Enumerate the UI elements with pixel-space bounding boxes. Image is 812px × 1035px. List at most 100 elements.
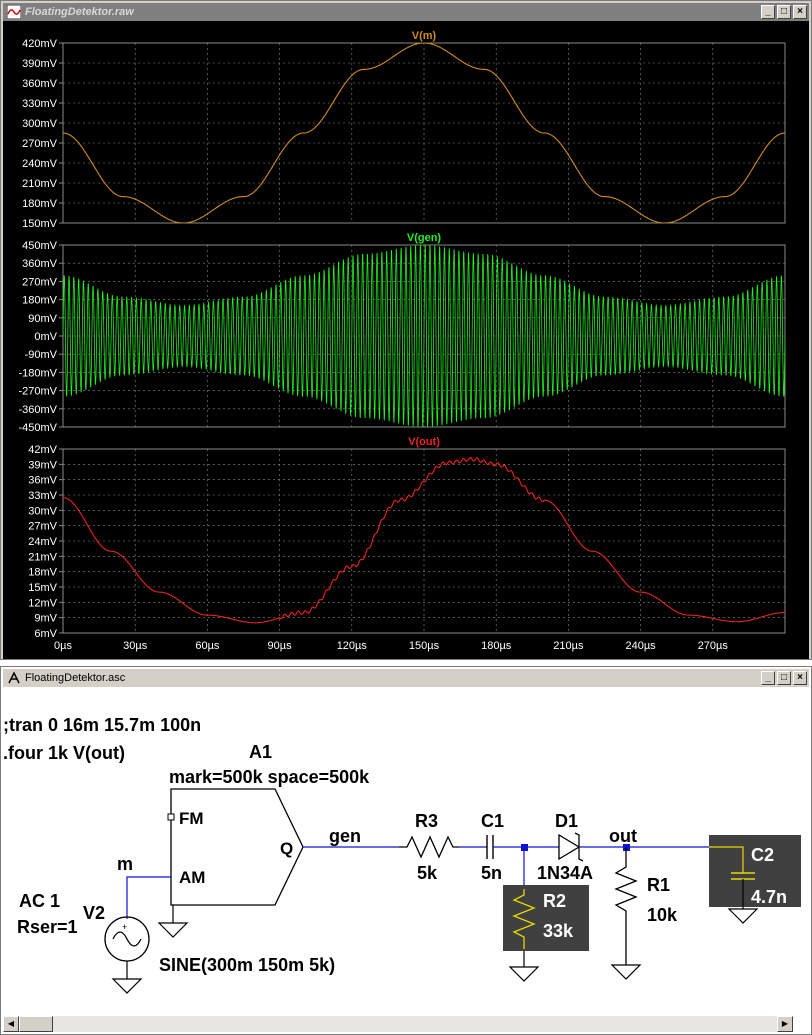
ytick-vout: 36mV [28,475,57,487]
a1-ground [157,905,189,938]
ytick-vgen: -180mV [18,367,57,379]
v2-rser[interactable]: Rser=1 [17,917,78,937]
ytick-vout: 6mV [34,628,57,640]
pane-vgen[interactable]: 450mV 360mV 270mV 180mV 90mV 0mV -90mV -180mV -2… [18,232,786,434]
a1-pin-am: AM [179,868,205,887]
scroll-right-button[interactable]: ▶ [777,1016,793,1032]
fm-pin[interactable] [167,813,175,821]
c2-name[interactable]: C2 [751,845,774,865]
r3-name[interactable]: R3 [415,811,438,831]
net-label-gen[interactable]: gen [329,826,361,846]
minimize-button[interactable]: _ [761,5,775,19]
directive-four[interactable]: .four 1k V(out) [3,743,125,763]
r1-name[interactable]: R1 [647,875,670,895]
pane-title[interactable]: V(m) [412,30,437,42]
waveform-plots[interactable]: 420mV 390mV 360mV 330mV 300mV 270mV 240mV 210mV… [3,21,809,659]
a1-params[interactable]: mark=500k space=500k [169,767,370,787]
xtick-label: 210µs [553,640,584,652]
ytick-vm: 270mV [22,138,58,150]
sine-icon [112,931,142,947]
c2-value[interactable]: 4.7n [751,887,787,907]
maximize-button[interactable]: □ [777,5,791,19]
close-button[interactable]: × [793,5,807,19]
scroll-thumb[interactable] [19,1016,53,1032]
ytick-vm: 360mV [22,78,58,90]
v2-name[interactable]: V2 [83,903,105,923]
ytick-vm: 210mV [22,178,58,190]
xtick-label: 240µs [625,640,656,652]
plot-area[interactable]: 420mV 390mV 360mV 330mV 300mV 270mV 240mV 210mV… [3,21,809,659]
d1-value[interactable]: 1N34A [537,863,593,883]
r2-name[interactable]: R2 [543,891,566,911]
r2-value[interactable]: 33k [543,921,574,941]
d1-name[interactable]: D1 [555,811,578,831]
ytick-vm: 390mV [22,58,58,70]
minimize-button[interactable]: _ [761,671,775,685]
ytick-vgen: 360mV [22,258,58,270]
v2-value[interactable]: SINE(300m 150m 5k) [159,955,335,975]
r3-value[interactable]: 5k [417,863,438,883]
v2-ground [111,978,143,994]
ytick-vm: 240mV [22,158,58,170]
ytick-vgen: 450mV [22,240,58,252]
a1-pin-q: Q [280,839,293,858]
ytick-vgen: 90mV [28,313,57,325]
ytick-vout: 27mV [28,521,57,533]
waveform-titlebar[interactable]: FloatingDetektor.raw _ □ × [3,3,809,21]
d1-symbol[interactable] [558,833,581,861]
xtick-label: 180µs [481,640,512,652]
schematic-canvas[interactable]: ;tran 0 16m 15.7m 100n .four 1k V(out) A… [3,687,811,1017]
r1-ground [610,964,642,980]
schematic-window-title: FloatingDetektor.asc [25,672,126,684]
net-label-out[interactable]: out [609,826,637,846]
xtick-label: 30µs [123,640,148,652]
pane-title[interactable]: V(out) [408,436,440,448]
maximize-button[interactable]: □ [777,671,791,685]
ytick-vgen: -90mV [25,349,58,361]
scroll-left-button[interactable]: ◀ [3,1016,19,1032]
ytick-vm: 180mV [22,198,58,210]
schematic-titlebar[interactable]: FloatingDetektor.asc _ □ × [3,669,809,687]
pane-vout[interactable]: 42mV 39mV 36mV 33mV 30mV 27mV 24mV 21mV 18mV 15mV… [28,436,786,652]
ytick-vout: 15mV [28,582,57,594]
waveform-window: FloatingDetektor.raw _ □ × 420mV 390mV 360… [0,0,812,660]
a1-name[interactable]: A1 [249,742,272,762]
r1-value[interactable]: 10k [647,905,678,925]
ytick-vout: 33mV [28,490,57,502]
ytick-vgen: -450mV [18,422,57,434]
series-line[interactable] [63,245,785,427]
c1-name[interactable]: C1 [481,811,504,831]
xtick-label: 120µs [337,640,368,652]
waveform-window-title: FloatingDetektor.raw [25,6,134,18]
c1-value[interactable]: 5n [481,863,502,883]
ytick-vgen: 270mV [22,276,58,288]
xtick-label: 270µs [698,640,729,652]
ytick-vout: 9mV [34,613,57,625]
ytick-vout: 12mV [28,597,57,609]
close-button[interactable]: × [793,671,807,685]
xtick-label: 60µs [195,640,220,652]
xtick-label: 0µs [54,640,72,652]
ytick-vgen: -270mV [18,386,57,398]
directive-tran[interactable]: ;tran 0 16m 15.7m 100n [3,715,201,735]
r1-symbol[interactable] [614,847,638,965]
ytick-vout: 30mV [28,505,57,517]
c2-ground [727,908,759,924]
xtick-label: 150µs [409,640,440,652]
pane-title[interactable]: V(gen) [407,232,442,244]
net-label-m[interactable]: m [117,854,133,874]
r3-symbol[interactable] [399,835,459,859]
ytick-vgen: -360mV [18,404,57,416]
a1-pin-fm: FM [179,809,204,828]
horizontal-scrollbar[interactable]: ◀ ▶ [3,1016,793,1032]
ytick-vgen: 0mV [34,331,57,343]
ytick-vm: 300mV [22,118,58,130]
pane-vm[interactable]: 420mV 390mV 360mV 330mV 300mV 270mV 240mV 210mV… [22,30,786,230]
ytick-vgen: 180mV [22,295,58,307]
schematic-app-icon [8,671,20,684]
ytick-vm: 330mV [22,98,58,110]
ytick-vout: 24mV [28,536,57,548]
v2-ac[interactable]: AC 1 [19,891,60,911]
schematic-window: FloatingDetektor.asc _ □ × ;tran 0 16m 1… [0,666,812,1035]
wire-m[interactable] [126,876,171,919]
